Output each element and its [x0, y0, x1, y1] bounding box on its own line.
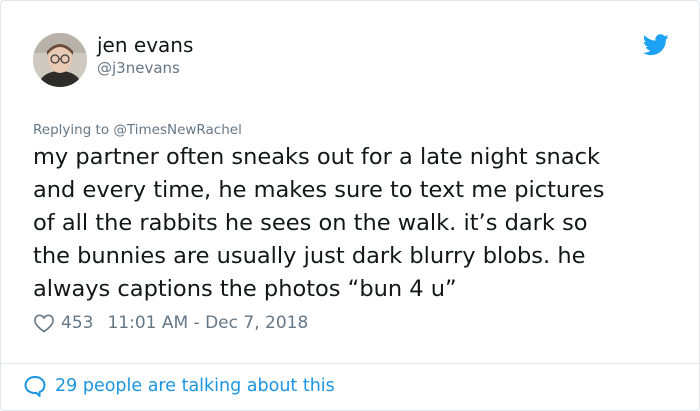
conversation-link[interactable]: 29 people are talking about this	[23, 374, 335, 398]
author-handle[interactable]: @j3nevans	[97, 59, 180, 77]
like-count[interactable]: 453	[61, 312, 93, 334]
twitter-bird-icon[interactable]	[643, 34, 669, 56]
speech-bubble-icon	[24, 375, 46, 397]
tweet-meta: 453 11:01 AM - Dec 7, 2018	[33, 312, 308, 334]
tweet-timestamp[interactable]: 11:01 AM - Dec 7, 2018	[107, 312, 308, 334]
author-display-name[interactable]: jen evans	[97, 33, 193, 57]
footer-divider	[1, 363, 699, 364]
heart-icon[interactable]	[33, 313, 55, 333]
profile-photo-icon	[33, 33, 87, 87]
tweet-text: my partner often sneaks out for a late n…	[33, 144, 605, 302]
tweet-card: jen evans @j3nevans Replying to @TimesNe…	[0, 0, 700, 411]
reply-mention-link[interactable]: @TimesNewRachel	[113, 122, 241, 138]
conversation-link-label: 29 people are talking about this	[55, 376, 335, 396]
reply-prefix: Replying to	[33, 122, 114, 138]
avatar[interactable]	[33, 33, 87, 87]
reply-context: Replying to @TimesNewRachel	[33, 121, 242, 139]
